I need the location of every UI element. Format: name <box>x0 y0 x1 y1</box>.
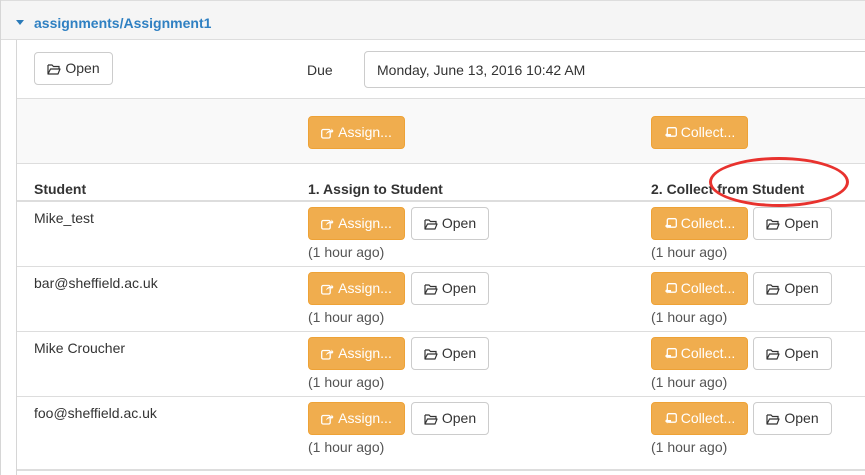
open-assigned-button[interactable]: Open <box>411 207 489 240</box>
collect-icon <box>664 347 677 360</box>
collect-all-label: Collect... <box>680 124 736 140</box>
assign-button[interactable]: Assign... <box>308 272 405 305</box>
open-label: Open <box>784 410 819 426</box>
folder-open-icon <box>47 63 61 75</box>
collect-label: Collect... <box>680 345 736 361</box>
collect-button[interactable]: Collect... <box>651 402 748 435</box>
folder-open-icon <box>424 283 438 295</box>
collect-label: Collect... <box>680 215 736 231</box>
assign-button[interactable]: Assign... <box>308 402 405 435</box>
collect-button[interactable]: Collect... <box>651 207 748 240</box>
collect-all-button[interactable]: Collect... <box>651 116 748 149</box>
student-name: bar@sheffield.ac.uk <box>34 275 158 291</box>
assign-label: Assign... <box>338 345 392 361</box>
share-icon <box>321 283 334 295</box>
share-icon <box>321 218 334 230</box>
open-assigned-button[interactable]: Open <box>411 272 489 305</box>
assign-time-ago: (1 hour ago) <box>308 309 385 325</box>
open-assignment-label: Open <box>65 60 100 76</box>
assign-button[interactable]: Assign... <box>308 337 405 370</box>
table-row: bar@sheffield.ac.uk Assign... Open (1 ho… <box>17 267 865 331</box>
assignment-title[interactable]: assignments/Assignment1 <box>34 15 211 31</box>
bulk-actions-band: Assign... Collect... <box>17 98 865 164</box>
folder-open-icon <box>766 413 780 425</box>
assign-time-ago: (1 hour ago) <box>308 374 385 390</box>
assign-label: Assign... <box>338 410 392 426</box>
folder-open-icon <box>766 218 780 230</box>
collect-icon <box>664 126 677 139</box>
folder-open-icon <box>424 413 438 425</box>
open-collected-button[interactable]: Open <box>753 272 832 305</box>
assignment-body: Open Due Assign... Collect... Student 1.… <box>16 40 865 475</box>
assignment-header[interactable]: assignments/Assignment1 <box>1 0 865 40</box>
assign-column-header: 1. Assign to Student <box>308 181 443 197</box>
student-name: foo@sheffield.ac.uk <box>34 405 157 421</box>
collect-time-ago: (1 hour ago) <box>651 244 728 260</box>
table-bottom-divider <box>17 469 865 471</box>
open-label: Open <box>784 280 819 296</box>
folder-open-icon <box>424 348 438 360</box>
collect-time-ago: (1 hour ago) <box>651 309 728 325</box>
caret-down-icon[interactable] <box>16 20 24 25</box>
assign-all-button[interactable]: Assign... <box>308 116 405 149</box>
folder-open-icon <box>766 348 780 360</box>
collect-column-header: 2. Collect from Student <box>651 181 805 197</box>
collect-button[interactable]: Collect... <box>651 272 748 305</box>
student-name: Mike Croucher <box>34 340 126 356</box>
open-label: Open <box>784 345 819 361</box>
open-assigned-button[interactable]: Open <box>411 337 489 370</box>
open-label: Open <box>441 410 477 426</box>
assign-all-label: Assign... <box>338 124 392 140</box>
collect-icon <box>664 282 677 295</box>
open-collected-button[interactable]: Open <box>753 207 832 240</box>
open-assignment-button[interactable]: Open <box>34 52 113 85</box>
collect-label: Collect... <box>680 280 736 296</box>
assignment-panel: assignments/Assignment1 Open Due Assign.… <box>0 0 865 475</box>
collect-button[interactable]: Collect... <box>651 337 748 370</box>
assign-time-ago: (1 hour ago) <box>308 439 385 455</box>
due-date-input[interactable] <box>364 51 865 88</box>
open-collected-button[interactable]: Open <box>753 337 832 370</box>
student-column-header: Student <box>34 181 87 197</box>
open-label: Open <box>441 280 477 296</box>
table-row: Mike_test Assign... Open (1 hour ago) Co… <box>17 202 865 266</box>
collect-icon <box>664 412 677 425</box>
open-label: Open <box>441 215 477 231</box>
open-label: Open <box>441 345 477 361</box>
assign-label: Assign... <box>338 280 392 296</box>
student-name: Mike_test <box>34 210 94 226</box>
collect-icon <box>664 217 677 230</box>
table-row: Mike Croucher Assign... Open (1 hour ago… <box>17 332 865 396</box>
folder-open-icon <box>766 283 780 295</box>
share-icon <box>321 348 334 360</box>
collect-label: Collect... <box>680 410 736 426</box>
share-icon <box>321 127 334 139</box>
share-icon <box>321 413 334 425</box>
assign-time-ago: (1 hour ago) <box>308 244 385 260</box>
due-label: Due <box>307 62 333 78</box>
open-label: Open <box>784 215 819 231</box>
collect-time-ago: (1 hour ago) <box>651 374 728 390</box>
folder-open-icon <box>424 218 438 230</box>
table-row: foo@sheffield.ac.uk Assign... Open (1 ho… <box>17 397 865 461</box>
open-collected-button[interactable]: Open <box>753 402 832 435</box>
assign-button[interactable]: Assign... <box>308 207 405 240</box>
open-assigned-button[interactable]: Open <box>411 402 489 435</box>
collect-time-ago: (1 hour ago) <box>651 439 728 455</box>
assign-label: Assign... <box>338 215 392 231</box>
